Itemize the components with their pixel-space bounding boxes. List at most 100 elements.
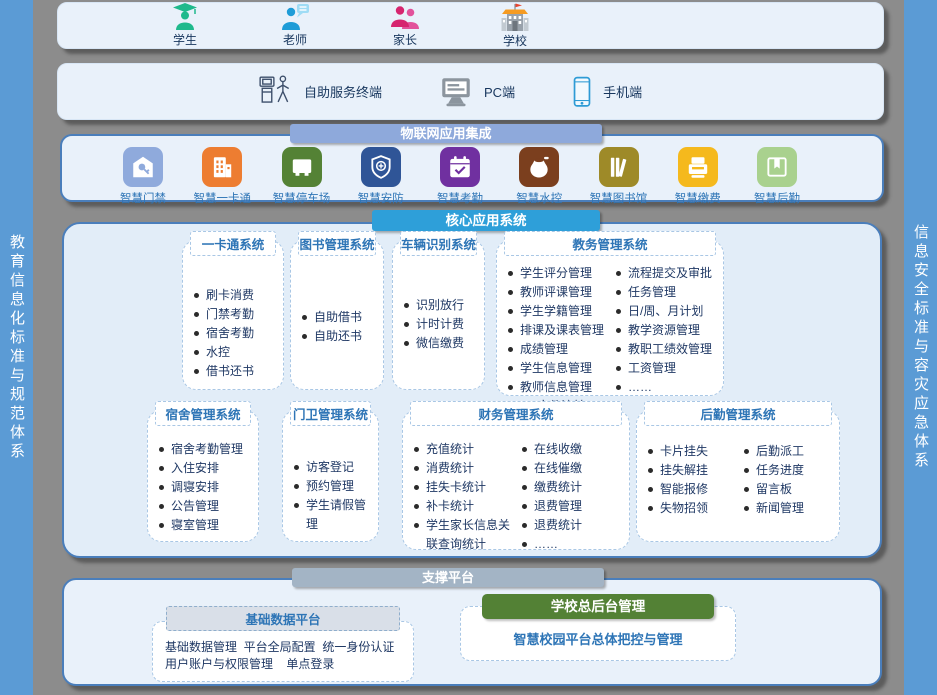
list-item: 在线收缴	[522, 440, 627, 459]
bullet-icon	[294, 503, 299, 508]
list-item: 计时计费	[404, 315, 482, 334]
onecard-system-box: 一卡通系统 刷卡消费门禁考勤宿舍考勤水控借书还书	[182, 240, 284, 390]
list-item: 学生请假管理	[294, 496, 376, 534]
logistics-system-col1: 卡片挂失挂失解挂智能报修失物招领	[645, 442, 741, 518]
core-apps-panel: 核心应用系统 一卡通系统 刷卡消费门禁考勤宿舍考勤水控借书还书 图书管理系统 自…	[62, 222, 882, 558]
terminal-mobile: 手机端	[571, 76, 642, 108]
bullet-icon	[616, 271, 621, 276]
bullet-icon	[194, 350, 199, 355]
iot-logistics: 智慧后勤	[738, 147, 816, 206]
user-parent-label: 家长	[393, 31, 417, 48]
parents-icon	[390, 4, 420, 30]
bullet-icon	[508, 385, 513, 390]
bullet-icon	[522, 485, 527, 490]
bullet-icon	[414, 447, 419, 452]
bullet-icon	[744, 468, 749, 473]
right-standard-bar: 信息安全标准与容灾应急体系	[904, 0, 937, 695]
bullet-icon	[159, 485, 164, 490]
base-data-platform-group: 基础数据平台 基础数据管理 平台全局配置 统一身份认证 用户账户与权限管理 单点…	[152, 606, 414, 682]
list-item: 教师评课管理	[508, 283, 613, 302]
teacher-icon	[280, 3, 310, 30]
attendance-calendar-icon	[440, 147, 480, 187]
terminals-panel: 自助服务终端 PC端 手机端	[57, 63, 884, 120]
bullet-icon	[744, 506, 749, 511]
iot-onecard: 智慧一卡通	[183, 147, 261, 206]
list-item: 微信缴费	[404, 334, 482, 353]
finance-system-columns: 充值统计消费统计挂失卡统计补卡统计学生家长信息关联查询统计 在线收缴在线催缴缴费…	[403, 426, 629, 554]
list-item: 宿舍考勤	[194, 324, 281, 343]
support-platform-banner: 支撑平台	[292, 568, 604, 587]
iot-parking-label: 智慧停车场	[273, 190, 331, 206]
bullet-icon	[414, 485, 419, 490]
base-data-platform-line1: 基础数据管理 平台全局配置 统一身份认证	[165, 639, 401, 656]
list-item: 水控	[194, 343, 281, 362]
phone-icon	[571, 76, 593, 108]
list-item: 失物招领	[648, 499, 741, 518]
dorm-system-list: 宿舍考勤管理入住安排调寝安排公告管理寝室管理	[148, 426, 258, 535]
water-control-icon	[519, 147, 559, 187]
vehicle-system-title: 车辆识别系统	[400, 231, 477, 256]
academic-system-col2: 流程提交及审批任务管理日/周、月计划教学资源管理教职工绩效管理工资管理……	[613, 264, 721, 416]
list-item: 日/周、月计划	[616, 302, 721, 321]
list-item: 自助借书	[302, 308, 381, 327]
bullet-icon	[616, 309, 621, 314]
school-admin-banner: 学校总后台管理	[482, 594, 714, 619]
terminal-kiosk-label: 自助服务终端	[304, 82, 382, 101]
list-item: ……	[522, 535, 627, 554]
list-item: 宿舍考勤管理	[159, 440, 256, 459]
academic-system-columns: 学生评分管理教师评课管理学生学籍管理排课及课表管理成绩管理学生信息管理教师信息管…	[497, 256, 723, 416]
bullet-icon	[194, 293, 199, 298]
bullet-icon	[414, 504, 419, 509]
finance-system-title: 财务管理系统	[410, 401, 622, 426]
terminals-row: 自助服务终端 PC端 手机端	[58, 64, 883, 119]
bullet-icon	[404, 341, 409, 346]
bullet-icon	[522, 447, 527, 452]
iot-payment-label: 智慧缴费	[675, 190, 721, 206]
bullet-icon	[159, 466, 164, 471]
list-item: 学生信息管理	[508, 359, 613, 378]
bullet-icon	[194, 312, 199, 317]
iot-library-label: 智慧图书馆	[590, 190, 648, 206]
base-data-platform-line2: 用户账户与权限管理 单点登录	[165, 656, 401, 673]
list-item: 预约管理	[294, 477, 376, 496]
list-item: 教学资源管理	[616, 321, 721, 340]
list-item: 门禁考勤	[194, 305, 281, 324]
finance-system-box: 财务管理系统 充值统计消费统计挂失卡统计补卡统计学生家长信息关联查询统计 在线收…	[402, 410, 630, 550]
list-item: 入住安排	[159, 459, 256, 478]
list-item: 消费统计	[414, 459, 519, 478]
list-item: 公告管理	[159, 497, 256, 516]
list-item: 退费统计	[522, 516, 627, 535]
list-item: 自助还书	[302, 327, 381, 346]
iot-water-label: 智慧水控	[516, 190, 562, 206]
list-item: 补卡统计	[414, 497, 519, 516]
list-item: 刷卡消费	[194, 286, 281, 305]
list-item: 识别放行	[404, 296, 482, 315]
iot-panel: 物联网应用集成 智慧门禁	[60, 134, 884, 202]
bullet-icon	[522, 466, 527, 471]
left-standard-bar-label: 教育信息化标准与规范体系	[6, 234, 27, 462]
bullet-icon	[159, 523, 164, 528]
bullet-icon	[414, 523, 419, 528]
bullet-icon	[404, 322, 409, 327]
list-item: 学生家长信息关联查询统计	[414, 516, 519, 554]
right-standard-bar-label: 信息安全标准与容灾应急体系	[910, 224, 931, 471]
dorm-system-title: 宿舍管理系统	[155, 401, 251, 426]
school-icon	[499, 3, 531, 31]
iot-logistics-label: 智慧后勤	[754, 190, 800, 206]
list-item: 调寝安排	[159, 478, 256, 497]
security-shield-icon	[361, 147, 401, 187]
bullet-icon	[508, 347, 513, 352]
school-admin-group: 学校总后台管理 智慧校园平台总体把控与管理	[460, 594, 736, 661]
bullet-icon	[522, 504, 527, 509]
bullet-icon	[616, 366, 621, 371]
payment-icon	[678, 147, 718, 187]
iot-banner: 物联网应用集成	[290, 124, 602, 143]
users-panel: 学生 老师 家长	[57, 2, 884, 49]
list-item: ……	[616, 378, 721, 397]
library-system-list: 自助借书自助还书	[291, 256, 383, 346]
terminal-kiosk: 自助服务终端	[258, 74, 382, 110]
bullet-icon	[648, 506, 653, 511]
iot-attendance-label: 智慧考勤	[437, 190, 483, 206]
bullet-icon	[648, 468, 653, 473]
user-student: 学生	[146, 3, 224, 48]
